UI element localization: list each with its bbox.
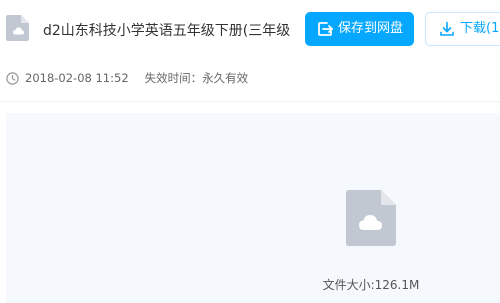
file-meta: 2018-02-08 11:52 失效时间：永久有效 (6, 69, 248, 87)
file-size-text: 文件大小:126.1M (322, 278, 420, 292)
cloud-file-icon (346, 190, 396, 246)
clock-icon (6, 71, 19, 85)
file-icon (6, 15, 29, 41)
download-button[interactable]: 下载(12 (425, 12, 500, 46)
save-button-label: 保存到网盘 (337, 21, 403, 36)
upload-date: 2018-02-08 11:52 (25, 71, 129, 85)
save-to-disk-icon (318, 22, 333, 36)
file-preview-panel: 文件大小:126.1M (6, 113, 500, 303)
file-name: d2山东科技小学英语五年级下册(三年级 (43, 23, 291, 39)
expire-time: 失效时间：永久有效 (144, 71, 249, 85)
save-to-netdisk-button[interactable]: 保存到网盘 (305, 12, 414, 46)
download-button-label: 下载(12 (460, 21, 500, 36)
divider (0, 101, 500, 102)
share-page: d2山东科技小学英语五年级下册(三年级 保存到网盘 下载(12 2018-02-… (0, 0, 500, 303)
download-icon (440, 21, 454, 36)
file-header: d2山东科技小学英语五年级下册(三年级 保存到网盘 下载(12 (0, 0, 500, 60)
